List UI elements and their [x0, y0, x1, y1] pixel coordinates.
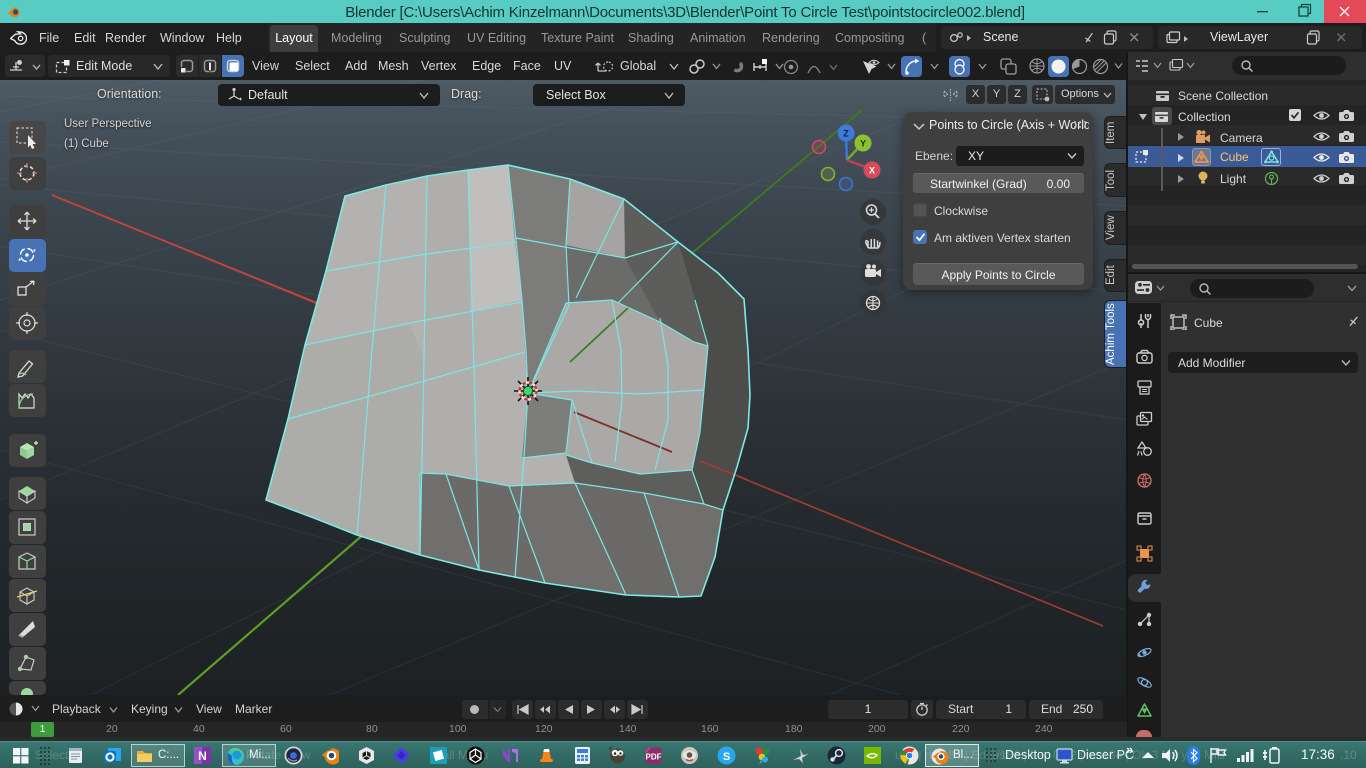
- svg-text:X: X: [869, 166, 875, 176]
- svg-text:S: S: [723, 751, 730, 763]
- svg-text:N: N: [198, 749, 207, 763]
- svg-text:Z: Z: [843, 129, 849, 139]
- svg-text:Y: Y: [860, 139, 866, 149]
- svg-text:PDF: PDF: [646, 753, 662, 762]
